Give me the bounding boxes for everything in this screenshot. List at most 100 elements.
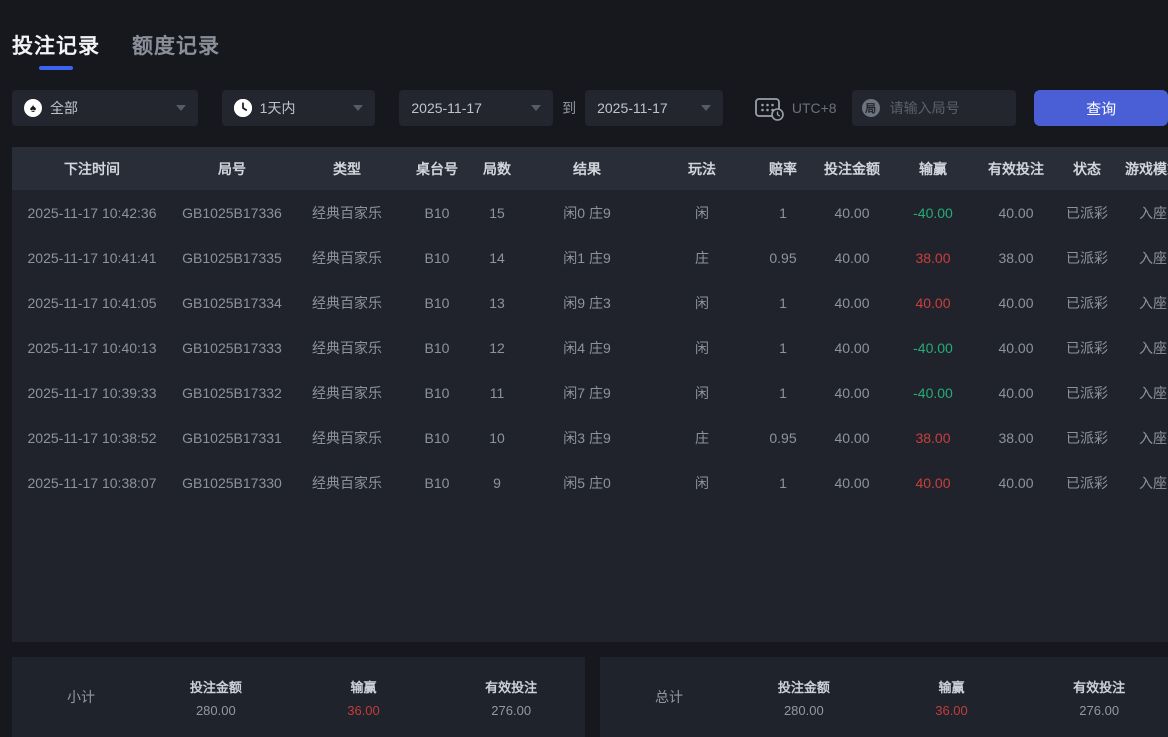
cell-table_no: B10	[402, 370, 472, 415]
cell-valid_bet: 40.00	[976, 190, 1056, 235]
cell-mode: 入座	[1118, 280, 1168, 325]
table-row: 2025-11-17 10:39:33GB1025B17332经典百家乐B101…	[12, 370, 1168, 415]
cell-type: 经典百家乐	[292, 370, 402, 415]
round-number-input[interactable]	[888, 99, 1002, 117]
cell-win_loss: -40.00	[890, 325, 976, 370]
cell-type: 经典百家乐	[292, 280, 402, 325]
cell-bet: 40.00	[814, 325, 890, 370]
column-header-4: 局数	[472, 147, 522, 190]
cell-bet: 40.00	[814, 370, 890, 415]
cell-time: 2025-11-17 10:40:13	[12, 325, 172, 370]
search-button[interactable]: 查询	[1034, 90, 1168, 126]
top-tabs: 投注记录 额度记录	[0, 0, 1168, 70]
round-number-field[interactable]: 局	[852, 90, 1017, 126]
cell-type: 经典百家乐	[292, 325, 402, 370]
total-valid-value: 276.00	[1025, 703, 1168, 718]
tab-quota-records[interactable]: 额度记录	[132, 30, 220, 70]
cell-time: 2025-11-17 10:38:52	[12, 415, 172, 460]
total-winloss-stat: 输赢 36.00	[878, 677, 1026, 718]
game-type-dropdown[interactable]: ♠ 全部	[12, 90, 198, 126]
column-header-11: 状态	[1056, 147, 1118, 190]
cell-table_no: B10	[402, 280, 472, 325]
column-header-2: 类型	[292, 147, 402, 190]
cell-valid_bet: 40.00	[976, 460, 1056, 505]
cell-type: 经典百家乐	[292, 235, 402, 280]
cell-round_id: GB1025B17333	[172, 325, 292, 370]
table-row: 2025-11-17 10:42:36GB1025B17336经典百家乐B101…	[12, 190, 1168, 235]
cell-result: 闲3 庄9	[522, 415, 652, 460]
column-header-1: 局号	[172, 147, 292, 190]
subtotal-bet-label: 投注金额	[142, 677, 290, 696]
column-header-7: 赔率	[752, 147, 814, 190]
cell-play: 庄	[652, 415, 752, 460]
cell-round_id: GB1025B17331	[172, 415, 292, 460]
cell-table_no: B10	[402, 325, 472, 370]
cell-odds: 1	[752, 460, 814, 505]
active-tab-underline	[39, 66, 73, 70]
cell-win_loss: -40.00	[890, 190, 976, 235]
tab-quota-records-label: 额度记录	[132, 30, 220, 60]
cell-mode: 入座	[1118, 190, 1168, 235]
column-header-5: 结果	[522, 147, 652, 190]
cell-mode: 入座	[1118, 235, 1168, 280]
cell-valid_bet: 38.00	[976, 235, 1056, 280]
subtotal-valid-value: 276.00	[437, 703, 585, 718]
column-header-12: 游戏模式	[1118, 147, 1168, 190]
cell-table_no: B10	[402, 190, 472, 235]
cell-win_loss: 38.00	[890, 415, 976, 460]
cell-valid_bet: 40.00	[976, 280, 1056, 325]
total-label: 总计	[600, 687, 730, 707]
cell-valid_bet: 40.00	[976, 370, 1056, 415]
table-row: 2025-11-17 10:38:07GB1025B17330经典百家乐B109…	[12, 460, 1168, 505]
table-header-row: 下注时间局号类型桌台号局数结果玩法赔率投注金额输赢有效投注状态游戏模式	[12, 147, 1168, 190]
cell-result: 闲1 庄9	[522, 235, 652, 280]
cell-round_id: GB1025B17330	[172, 460, 292, 505]
date-from-picker[interactable]: 2025-11-17	[399, 90, 553, 126]
time-range-value: 1天内	[260, 98, 296, 118]
table-row: 2025-11-17 10:41:41GB1025B17335经典百家乐B101…	[12, 235, 1168, 280]
tab-bet-records-label: 投注记录	[12, 30, 100, 60]
cell-time: 2025-11-17 10:41:41	[12, 235, 172, 280]
column-header-9: 输赢	[890, 147, 976, 190]
cell-play: 闲	[652, 325, 752, 370]
cell-win_loss: 38.00	[890, 235, 976, 280]
cell-odds: 0.95	[752, 235, 814, 280]
cell-play: 庄	[652, 235, 752, 280]
cell-play: 闲	[652, 280, 752, 325]
tab-bet-records[interactable]: 投注记录	[12, 30, 100, 70]
table-row: 2025-11-17 10:38:52GB1025B17331经典百家乐B101…	[12, 415, 1168, 460]
cell-time: 2025-11-17 10:41:05	[12, 280, 172, 325]
cell-round_id: GB1025B17335	[172, 235, 292, 280]
subtotal-winloss-stat: 输赢 36.00	[290, 677, 438, 718]
subtotal-valid-stat: 有效投注 276.00	[437, 677, 585, 718]
total-bet-stat: 投注金额 280.00	[730, 677, 878, 718]
total-valid-stat: 有效投注 276.00	[1025, 677, 1168, 718]
cell-result: 闲7 庄9	[522, 370, 652, 415]
total-winloss-label: 输赢	[878, 677, 1026, 696]
records-table: 下注时间局号类型桌台号局数结果玩法赔率投注金额输赢有效投注状态游戏模式 2025…	[12, 147, 1168, 505]
chevron-down-icon	[701, 105, 711, 111]
subtotal-panel: 小计 投注金额 280.00 输赢 36.00 有效投注 276.00	[12, 657, 585, 737]
cell-valid_bet: 40.00	[976, 325, 1056, 370]
time-range-dropdown[interactable]: 1天内	[222, 90, 376, 126]
cell-bet: 40.00	[814, 415, 890, 460]
chevron-down-icon	[531, 105, 541, 111]
cell-play: 闲	[652, 460, 752, 505]
column-header-10: 有效投注	[976, 147, 1056, 190]
cell-time: 2025-11-17 10:38:07	[12, 460, 172, 505]
date-to-picker[interactable]: 2025-11-17	[585, 90, 723, 126]
cell-bet: 40.00	[814, 280, 890, 325]
game-type-value: 全部	[50, 98, 78, 118]
total-panel: 总计 投注金额 280.00 输赢 36.00 有效投注 276.00	[600, 657, 1168, 737]
cell-win_loss: -40.00	[890, 370, 976, 415]
table-row: 2025-11-17 10:41:05GB1025B17334经典百家乐B101…	[12, 280, 1168, 325]
cell-odds: 0.95	[752, 415, 814, 460]
subtotal-bet-value: 280.00	[142, 703, 290, 718]
subtotal-winloss-value: 36.00	[290, 703, 438, 718]
cell-odds: 1	[752, 190, 814, 235]
cell-type: 经典百家乐	[292, 415, 402, 460]
chevron-down-icon	[176, 105, 186, 111]
spade-icon: ♠	[24, 99, 42, 117]
round-badge-icon: 局	[862, 99, 880, 117]
timezone-indicator[interactable]: UTC+8	[754, 95, 837, 121]
